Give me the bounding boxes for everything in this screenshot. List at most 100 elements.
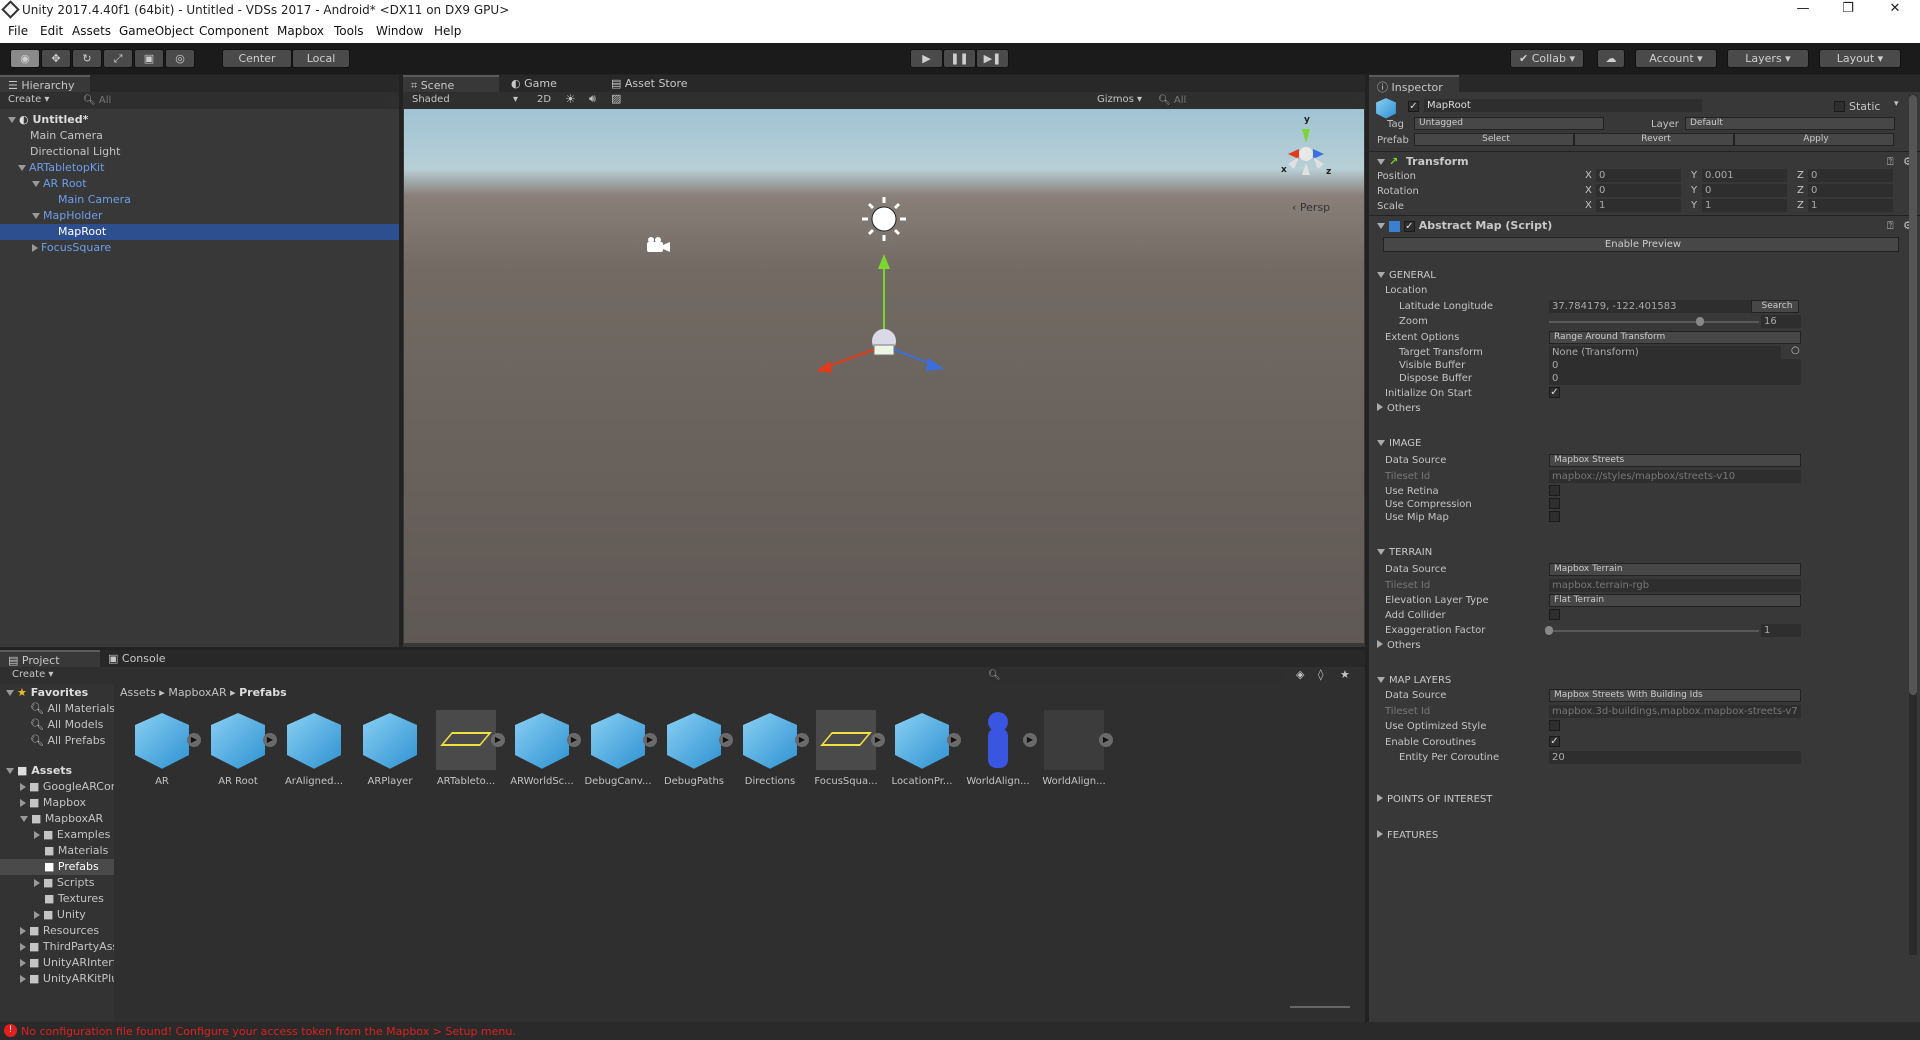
audio-toggle-icon[interactable]: 🔊︎: [589, 92, 596, 106]
tag-dropdown[interactable]: Untagged: [1414, 117, 1604, 130]
rotation-z-field[interactable]: 0: [1808, 184, 1893, 197]
static-checkbox[interactable]: [1834, 101, 1845, 112]
expand-prefab-icon[interactable]: ▶: [947, 733, 961, 747]
folder-scripts[interactable]: ■ Scripts: [34, 876, 95, 889]
folder-examples[interactable]: ■ Examples: [34, 828, 110, 841]
object-picker-icon[interactable]: ○: [1791, 345, 1800, 356]
static-dropdown-arrow-icon[interactable]: ▾: [1894, 99, 1899, 109]
position-y-field[interactable]: 0.001: [1702, 169, 1787, 182]
hierarchy-create-button[interactable]: Create ▾: [8, 94, 49, 105]
script-help-icon[interactable]: ⍰: [1887, 219, 1894, 233]
visible-buffer-input[interactable]: 0: [1549, 359, 1801, 372]
layout-dropdown[interactable]: Layout ▾: [1819, 49, 1901, 68]
move-handle-icon[interactable]: [816, 254, 944, 373]
asset-item[interactable]: ▶ ARTableto...: [431, 710, 505, 787]
asset-item[interactable]: ▶ ARWorldSc...: [507, 710, 581, 787]
shading-mode-dropdown[interactable]: Shaded: [412, 94, 450, 105]
expand-prefab-icon[interactable]: ▶: [263, 733, 277, 747]
shading-dropdown-arrow-icon[interactable]: ▾: [513, 94, 518, 105]
target-transform-field[interactable]: None (Transform): [1549, 346, 1781, 359]
scale-y-field[interactable]: 1: [1702, 199, 1787, 212]
enable-coroutines-checkbox[interactable]: ✓: [1549, 736, 1560, 747]
entity-per-coroutine-input[interactable]: 20: [1549, 751, 1801, 764]
close-icon[interactable]: ✕: [1875, 1, 1915, 16]
expand-prefab-icon[interactable]: ▶: [719, 733, 733, 747]
move-tool-icon[interactable]: ✥: [41, 49, 71, 68]
favorite-star-icon[interactable]: ★: [1340, 668, 1350, 681]
hierarchy-item-ar-main-camera[interactable]: Main Camera: [58, 193, 131, 206]
rotation-x-field[interactable]: 0: [1596, 184, 1681, 197]
menu-assets[interactable]: Assets: [72, 24, 111, 38]
expand-prefab-icon[interactable]: ▶: [567, 733, 581, 747]
use-mipmap-checkbox[interactable]: [1549, 511, 1560, 522]
menu-edit[interactable]: Edit: [40, 24, 63, 38]
folder-mapboxar[interactable]: ■ MapboxAR: [20, 812, 103, 825]
minimize-icon[interactable]: —: [1783, 1, 1823, 16]
use-compression-checkbox[interactable]: [1549, 498, 1560, 509]
zoom-input[interactable]: 16: [1761, 315, 1801, 328]
effects-toggle-icon[interactable]: ▨: [611, 92, 621, 105]
terrain-section-header[interactable]: TERRAIN: [1377, 547, 1432, 558]
hierarchy-item-ar-root[interactable]: AR Root: [32, 177, 87, 190]
asset-item[interactable]: ▶ LocationPr...: [887, 710, 961, 787]
rotate-tool-icon[interactable]: ↻: [72, 49, 102, 68]
exaggeration-slider-track[interactable]: [1549, 630, 1759, 632]
scene-viewport[interactable]: x z y ‹ Persp: [404, 109, 1364, 643]
position-z-field[interactable]: 0: [1808, 169, 1893, 182]
icon-size-slider[interactable]: [1290, 1006, 1350, 1008]
status-bar[interactable]: ! No configuration file found! Configure…: [0, 1022, 1920, 1040]
hierarchy-search-input[interactable]: 🔍︎ All: [80, 94, 385, 107]
favorite-all-models[interactable]: 🔍︎ All Models: [30, 718, 103, 731]
layers-dropdown[interactable]: Layers ▾: [1727, 49, 1809, 68]
active-checkbox[interactable]: ✓: [1408, 101, 1419, 112]
gizmos-dropdown[interactable]: Gizmos ▾: [1097, 94, 1142, 105]
image-section-header[interactable]: IMAGE: [1377, 438, 1421, 449]
extent-dropdown[interactable]: Range Around Transform: [1549, 331, 1801, 344]
image-source-dropdown[interactable]: Mapbox Streets: [1549, 454, 1801, 467]
elevation-layer-dropdown[interactable]: Flat Terrain: [1549, 594, 1801, 607]
filter-type-icon[interactable]: ◈: [1296, 668, 1304, 681]
hierarchy-item-maproot[interactable]: MapRoot: [58, 225, 106, 238]
hierarchy-item-directional-light[interactable]: Directional Light: [30, 145, 120, 158]
2d-toggle[interactable]: 2D: [537, 94, 551, 105]
asset-item[interactable]: ▶ DebugCanv...: [583, 710, 657, 787]
expand-prefab-icon[interactable]: ▶: [1023, 733, 1037, 747]
rotation-y-field[interactable]: 0: [1702, 184, 1787, 197]
favorite-all-prefabs[interactable]: 🔍︎ All Prefabs: [30, 734, 105, 747]
tab-console[interactable]: ▣ Console: [100, 650, 190, 667]
map-layers-section-header[interactable]: MAP LAYERS: [1377, 675, 1451, 686]
tab-game[interactable]: ◐ Game: [503, 75, 583, 92]
menu-mapbox[interactable]: Mapbox: [277, 24, 324, 38]
expand-prefab-icon[interactable]: ▶: [871, 733, 885, 747]
breadcrumb-mapboxar[interactable]: MapboxAR: [168, 686, 226, 699]
folder-textures[interactable]: ■ Textures: [44, 892, 104, 905]
transform-header[interactable]: ↗ Transform: [1377, 155, 1469, 168]
filter-label-icon[interactable]: ◊: [1318, 668, 1323, 681]
tab-asset-store[interactable]: ▤ Asset Store: [603, 75, 713, 92]
tab-inspector[interactable]: ⓘ Inspector: [1369, 75, 1459, 94]
expand-prefab-icon[interactable]: ▶: [795, 733, 809, 747]
tab-scene[interactable]: ⌗ Scene: [403, 75, 499, 92]
menu-file[interactable]: File: [8, 24, 28, 38]
tab-hierarchy[interactable]: ☰ Hierarchy: [0, 75, 90, 92]
prefab-apply-button[interactable]: Apply: [1734, 133, 1894, 146]
folder-googlearcore[interactable]: ■ GoogleARCore: [20, 780, 122, 793]
zoom-slider-track[interactable]: [1549, 321, 1759, 323]
sun-gizmo-icon[interactable]: [862, 197, 906, 241]
folder-materials[interactable]: ■ Materials: [44, 844, 108, 857]
asset-item[interactable]: ▶ AR: [127, 710, 201, 787]
asset-item[interactable]: ▶ AR Root: [203, 710, 277, 787]
lighting-toggle-icon[interactable]: ☀: [565, 92, 576, 106]
menu-component[interactable]: Component: [199, 24, 269, 38]
use-optimized-style-checkbox[interactable]: [1549, 720, 1560, 731]
features-section-header[interactable]: FEATURES: [1377, 830, 1438, 841]
asset-item[interactable]: ArAligned...: [279, 710, 349, 787]
cloud-icon[interactable]: ☁: [1597, 49, 1625, 68]
transform-tool-icon[interactable]: ◎: [165, 49, 195, 68]
scale-z-field[interactable]: 1: [1808, 199, 1893, 212]
asset-item[interactable]: ▶ FocusSqua...: [811, 710, 885, 787]
menu-tools[interactable]: Tools: [334, 24, 364, 38]
use-retina-checkbox[interactable]: [1549, 485, 1560, 496]
pause-button[interactable]: ❚❚: [943, 49, 976, 68]
zoom-slider-thumb[interactable]: [1696, 317, 1705, 326]
